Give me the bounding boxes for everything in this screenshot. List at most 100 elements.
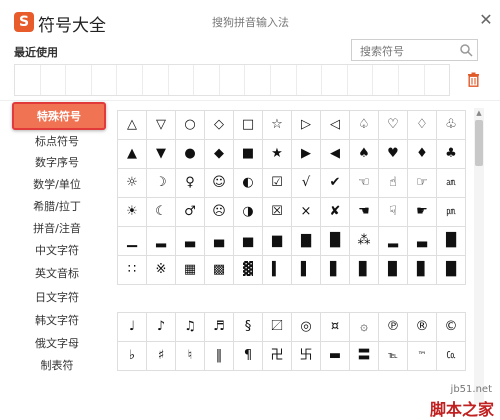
symbol-cell[interactable]: △ — [118, 111, 147, 140]
symbol-cell[interactable]: ۞ — [350, 313, 379, 342]
symbol-cell[interactable]: ☹ — [205, 198, 234, 227]
symbol-cell[interactable]: ◀ — [321, 140, 350, 169]
symbol-cell[interactable]: ♠ — [350, 140, 379, 169]
symbol-cell[interactable]: ☟ — [379, 198, 408, 227]
symbol-cell[interactable]: ▦ — [176, 256, 205, 285]
recent-slot[interactable] — [169, 65, 195, 95]
symbol-cell[interactable]: ▅ — [234, 227, 263, 256]
symbol-cell[interactable]: ㏇ — [437, 342, 466, 371]
category-item[interactable]: 希腊/拉丁 — [10, 196, 104, 218]
symbol-cell[interactable]: ♭ — [118, 342, 147, 371]
symbol-cell[interactable]: ♧ — [437, 111, 466, 140]
symbol-cell[interactable]: ◑ — [234, 198, 263, 227]
category-item[interactable]: 中文字符 — [10, 240, 104, 262]
symbol-cell[interactable]: ※ — [147, 256, 176, 285]
symbol-cell[interactable]: ♯ — [147, 342, 176, 371]
symbol-cell[interactable]: ★ — [263, 140, 292, 169]
symbol-cell[interactable]: 卐 — [292, 342, 321, 371]
category-item[interactable]: 制表符 — [10, 355, 104, 377]
symbol-cell[interactable]: ♤ — [350, 111, 379, 140]
symbol-cell[interactable]: ☀ — [118, 198, 147, 227]
recent-slot[interactable] — [399, 65, 425, 95]
recent-slot[interactable] — [271, 65, 297, 95]
symbol-cell[interactable]: □ — [234, 111, 263, 140]
close-button[interactable]: ✕ — [478, 12, 494, 28]
symbol-cell[interactable]: © — [437, 313, 466, 342]
symbol-cell[interactable]: ▃ — [176, 227, 205, 256]
symbol-cell[interactable]: ▃ — [408, 227, 437, 256]
category-item[interactable]: 英文音标 — [10, 263, 104, 285]
recent-slot[interactable] — [41, 65, 67, 95]
symbol-cell[interactable]: ♩ — [118, 313, 147, 342]
search-box[interactable] — [351, 39, 478, 62]
symbol-cell[interactable]: ℗ — [379, 313, 408, 342]
symbol-cell[interactable]: ▆ — [263, 227, 292, 256]
symbol-cell[interactable]: ℡ — [379, 342, 408, 371]
symbol-cell[interactable]: ☼ — [118, 169, 147, 198]
recent-slot[interactable] — [322, 65, 348, 95]
symbol-cell[interactable]: 〼 — [263, 313, 292, 342]
symbol-cell[interactable]: ▶ — [292, 140, 321, 169]
recent-slot[interactable] — [220, 65, 246, 95]
search-input[interactable] — [352, 41, 460, 62]
recent-slot[interactable] — [92, 65, 118, 95]
category-item[interactable]: 拼音/注音 — [10, 218, 104, 240]
symbol-cell[interactable]: ♂ — [176, 198, 205, 227]
symbol-cell[interactable]: ☝ — [379, 169, 408, 198]
category-item[interactable]: 特殊符号 — [12, 102, 106, 130]
category-item[interactable]: 数学/单位 — [10, 174, 104, 196]
symbol-cell[interactable]: ♫ — [176, 313, 205, 342]
symbol-cell[interactable]: § — [234, 313, 263, 342]
symbol-cell[interactable]: ▷ — [292, 111, 321, 140]
symbol-cell[interactable]: ♬ — [205, 313, 234, 342]
symbol-cell[interactable]: ▬ — [321, 342, 350, 371]
search-icon[interactable] — [459, 43, 473, 57]
recent-slot[interactable] — [373, 65, 399, 95]
recent-slot[interactable] — [425, 65, 450, 95]
symbol-cell[interactable]: ∷ — [118, 256, 147, 285]
symbol-cell[interactable]: ☞ — [408, 169, 437, 198]
scroll-up-arrow-icon[interactable]: ▲ — [474, 108, 484, 118]
symbol-cell[interactable]: ▍ — [263, 256, 292, 285]
symbol-cell[interactable]: ⁂ — [350, 227, 379, 256]
symbol-cell[interactable]: ☾ — [147, 198, 176, 227]
symbol-cell[interactable]: ▩ — [205, 256, 234, 285]
symbol-cell[interactable]: ☑ — [263, 169, 292, 198]
recent-slot[interactable] — [117, 65, 143, 95]
symbol-cell[interactable]: █ — [437, 227, 466, 256]
symbol-cell[interactable]: ▇ — [292, 227, 321, 256]
recent-slot[interactable] — [15, 65, 41, 95]
recent-slot[interactable] — [194, 65, 220, 95]
symbol-cell[interactable]: ☆ — [263, 111, 292, 140]
symbol-cell[interactable]: ▌ — [292, 256, 321, 285]
trash-icon[interactable] — [467, 72, 480, 87]
symbol-cell[interactable]: ☚ — [350, 198, 379, 227]
symbol-cell[interactable]: ▂ — [147, 227, 176, 256]
recent-slot[interactable] — [143, 65, 169, 95]
symbol-cell[interactable]: ♡ — [379, 111, 408, 140]
symbol-cell[interactable]: ♣ — [437, 140, 466, 169]
symbol-cell[interactable]: ♮ — [176, 342, 205, 371]
symbol-cell[interactable]: ● — [176, 140, 205, 169]
symbol-cell[interactable]: ▼ — [147, 140, 176, 169]
symbol-cell[interactable]: █ — [437, 256, 466, 285]
recent-slot[interactable] — [297, 65, 323, 95]
symbol-cell[interactable]: ☛ — [408, 198, 437, 227]
symbol-cell[interactable]: ™ — [408, 342, 437, 371]
symbol-cell[interactable]: √ — [292, 169, 321, 198]
symbol-cell[interactable]: ▄ — [205, 227, 234, 256]
symbol-cell[interactable]: ☒ — [263, 198, 292, 227]
symbol-cell[interactable]: ㏂ — [437, 169, 466, 198]
symbol-cell[interactable]: ▋ — [321, 256, 350, 285]
scroll-thumb[interactable] — [475, 120, 483, 166]
symbol-cell[interactable]: ☺ — [205, 169, 234, 198]
symbol-cell[interactable]: ◎ — [292, 313, 321, 342]
symbol-cell[interactable]: ▊ — [408, 256, 437, 285]
symbol-cell[interactable]: ♪ — [147, 313, 176, 342]
recent-slot[interactable] — [66, 65, 92, 95]
symbol-cell[interactable]: ✘ — [321, 198, 350, 227]
symbol-cell[interactable]: ◇ — [205, 111, 234, 140]
symbol-cell[interactable]: ◆ — [205, 140, 234, 169]
category-item[interactable]: 标点符号 — [10, 131, 104, 153]
recent-slot[interactable] — [245, 65, 271, 95]
